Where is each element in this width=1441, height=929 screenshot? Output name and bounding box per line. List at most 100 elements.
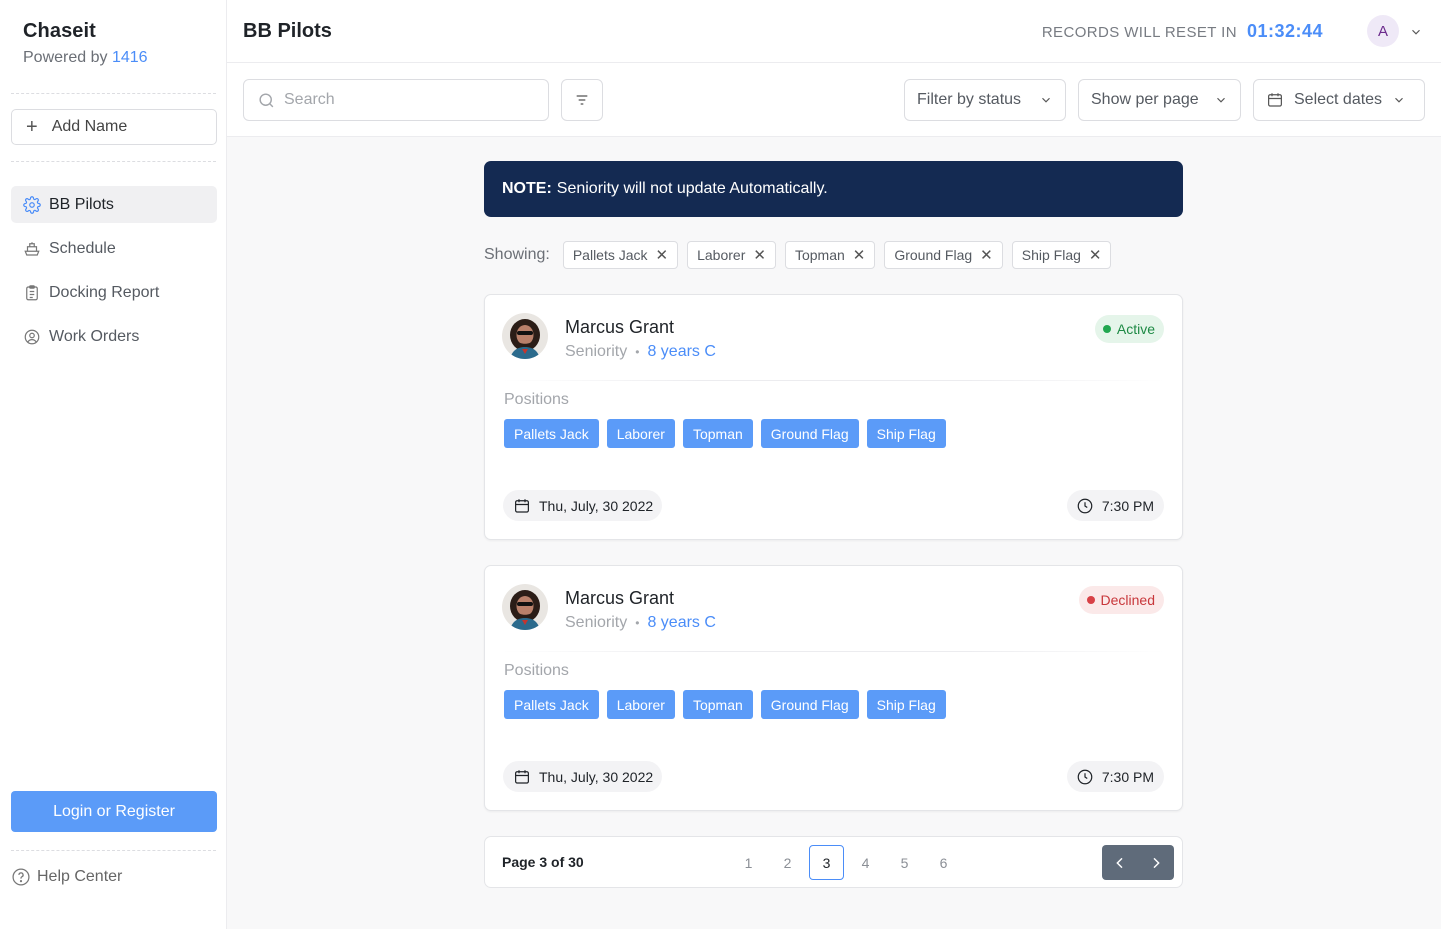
sidebar-item-schedule[interactable]: Schedule [11,230,217,267]
divider [11,93,216,94]
sidebar-item-label: Schedule [49,239,116,257]
select-dates-label: Select dates [1294,91,1383,108]
next-page-button[interactable] [1138,845,1174,880]
positions-label: Positions [504,391,569,408]
filter-chip[interactable]: Topman ✕ [784,241,876,269]
chip-label: Pallets Jack [572,247,648,263]
seniority-label: Seniority [565,614,628,631]
close-icon[interactable]: ✕ [853,246,866,264]
user-circle-icon [24,329,40,344]
divider [502,380,1165,381]
app-name: Chaseit [23,20,96,42]
date-picker-dropdown[interactable]: Select dates [1253,79,1425,121]
chevron-down-icon[interactable] [1409,25,1423,39]
filter-status-dropdown[interactable]: Filter by status [904,79,1066,121]
chip-label: Topman [794,247,845,263]
position-tag: Ground Flag [760,419,859,448]
chevron-left-icon [1116,857,1123,868]
pilot-card[interactable]: Marcus Grant Seniority • 8 years C Decli… [484,565,1183,811]
note-text: Seniority will not update Automatically. [556,180,828,197]
divider [502,651,1165,652]
status-label: Active [1116,321,1155,337]
filter-toggle-button[interactable] [561,79,603,121]
status-dot [1086,596,1095,604]
position-tag: Laborer [606,690,675,719]
filter-chip[interactable]: Ground Flag ✕ [884,241,1003,269]
position-tag: Ship Flag [866,690,946,719]
per-page-dropdown[interactable]: Show per page [1078,79,1241,121]
powered-number[interactable]: 1416 [112,49,148,66]
reset-label: RECORDS WILL RESET IN [1041,24,1237,41]
page-button[interactable]: 5 [887,845,922,880]
filter-lines-icon [576,95,588,105]
sidebar-item-bb-pilots[interactable]: BB Pilots [11,186,217,223]
time-pill: 7:30 PM [1066,490,1164,521]
status-badge: Active [1094,315,1164,343]
separator-dot: • [635,345,640,359]
search-input[interactable] [284,91,524,109]
search-icon [259,92,274,107]
avatar [502,313,548,359]
time-text: 7:30 PM [1101,768,1154,785]
seniority-value: 8 years C [647,614,716,631]
page-nav [1102,845,1174,880]
filter-chip[interactable]: Ship Flag ✕ [1011,241,1112,269]
seniority: Seniority • 8 years C [565,343,716,361]
calendar-icon [515,498,529,513]
pilot-card[interactable]: Marcus Grant Seniority • 8 years C Activ… [484,294,1183,540]
date-pill: Thu, July, 30 2022 [503,490,663,521]
seniority-note-banner: NOTE: Seniority will not update Automati… [484,161,1183,217]
toolbar: Filter by status Show per page Select da… [227,63,1441,137]
showing-label: Showing: [484,246,550,263]
status-dot [1102,325,1111,333]
sidebar-item-work-orders[interactable]: Work Orders [11,318,217,355]
add-name-button[interactable]: + Add Name [11,109,217,145]
chevron-right-icon [1153,857,1160,868]
sidebar-item-docking-report[interactable]: Docking Report [11,274,217,311]
positions-list: Pallets Jack Laborer Topman Ground Flag … [504,419,954,448]
prev-page-button[interactable] [1102,845,1138,880]
login-register-button[interactable]: Login or Register [11,791,217,832]
separator-dot: • [635,616,640,630]
close-icon[interactable]: ✕ [753,246,766,264]
plus-icon: + [26,116,38,138]
help-center-link[interactable]: Help Center [11,867,122,887]
filter-chip[interactable]: Laborer ✕ [687,241,776,269]
calendar-icon [515,769,529,784]
page-button[interactable]: 4 [848,845,883,880]
avatar[interactable]: A [1367,15,1399,47]
sidebar-item-label: Docking Report [49,283,160,301]
close-icon[interactable]: ✕ [980,246,993,264]
clipboard-icon [26,284,38,300]
page-button[interactable]: 6 [926,845,961,880]
chevron-down-icon [1395,97,1403,103]
close-icon[interactable]: ✕ [656,246,669,264]
pagination: Page 3 of 30 1 2 3 4 5 6 [484,836,1183,888]
page-button[interactable]: 2 [770,845,805,880]
filter-chip[interactable]: Pallets Jack ✕ [562,241,679,269]
position-tag: Pallets Jack [504,419,599,448]
page-info: Page 3 of 30 [502,854,584,870]
pilot-name: Marcus Grant [565,588,675,608]
page-title: BB Pilots [243,20,332,42]
gear-icon [23,195,41,214]
position-tag: Ship Flag [866,419,946,448]
reset-countdown: RECORDS WILL RESET IN 01:32:44 [1042,21,1323,42]
position-tag: Topman [682,419,753,448]
close-icon[interactable]: ✕ [1089,246,1102,264]
position-tag: Topman [682,690,753,719]
date-pill: Thu, July, 30 2022 [503,761,663,792]
active-filters: Showing: Pallets Jack ✕ Laborer ✕ Topman ✕ … [484,241,1120,269]
divider [11,161,216,162]
page-button-current[interactable]: 3 [809,845,844,880]
ship-icon [24,241,40,256]
calendar-icon [1268,93,1282,107]
sidebar: Chaseit Powered by 1416 + Add Name BB Pi… [0,0,227,929]
sidebar-item-label: BB Pilots [49,195,114,213]
page-button[interactable]: 1 [731,845,766,880]
position-tag: Laborer [606,419,675,448]
positions-list: Pallets Jack Laborer Topman Ground Flag … [504,690,954,719]
sidebar-nav: BB Pilots Schedule Docking Report Work O… [11,186,217,362]
search-box[interactable] [243,79,549,121]
header: BB Pilots RECORDS WILL RESET IN 01:32:44… [227,0,1441,63]
